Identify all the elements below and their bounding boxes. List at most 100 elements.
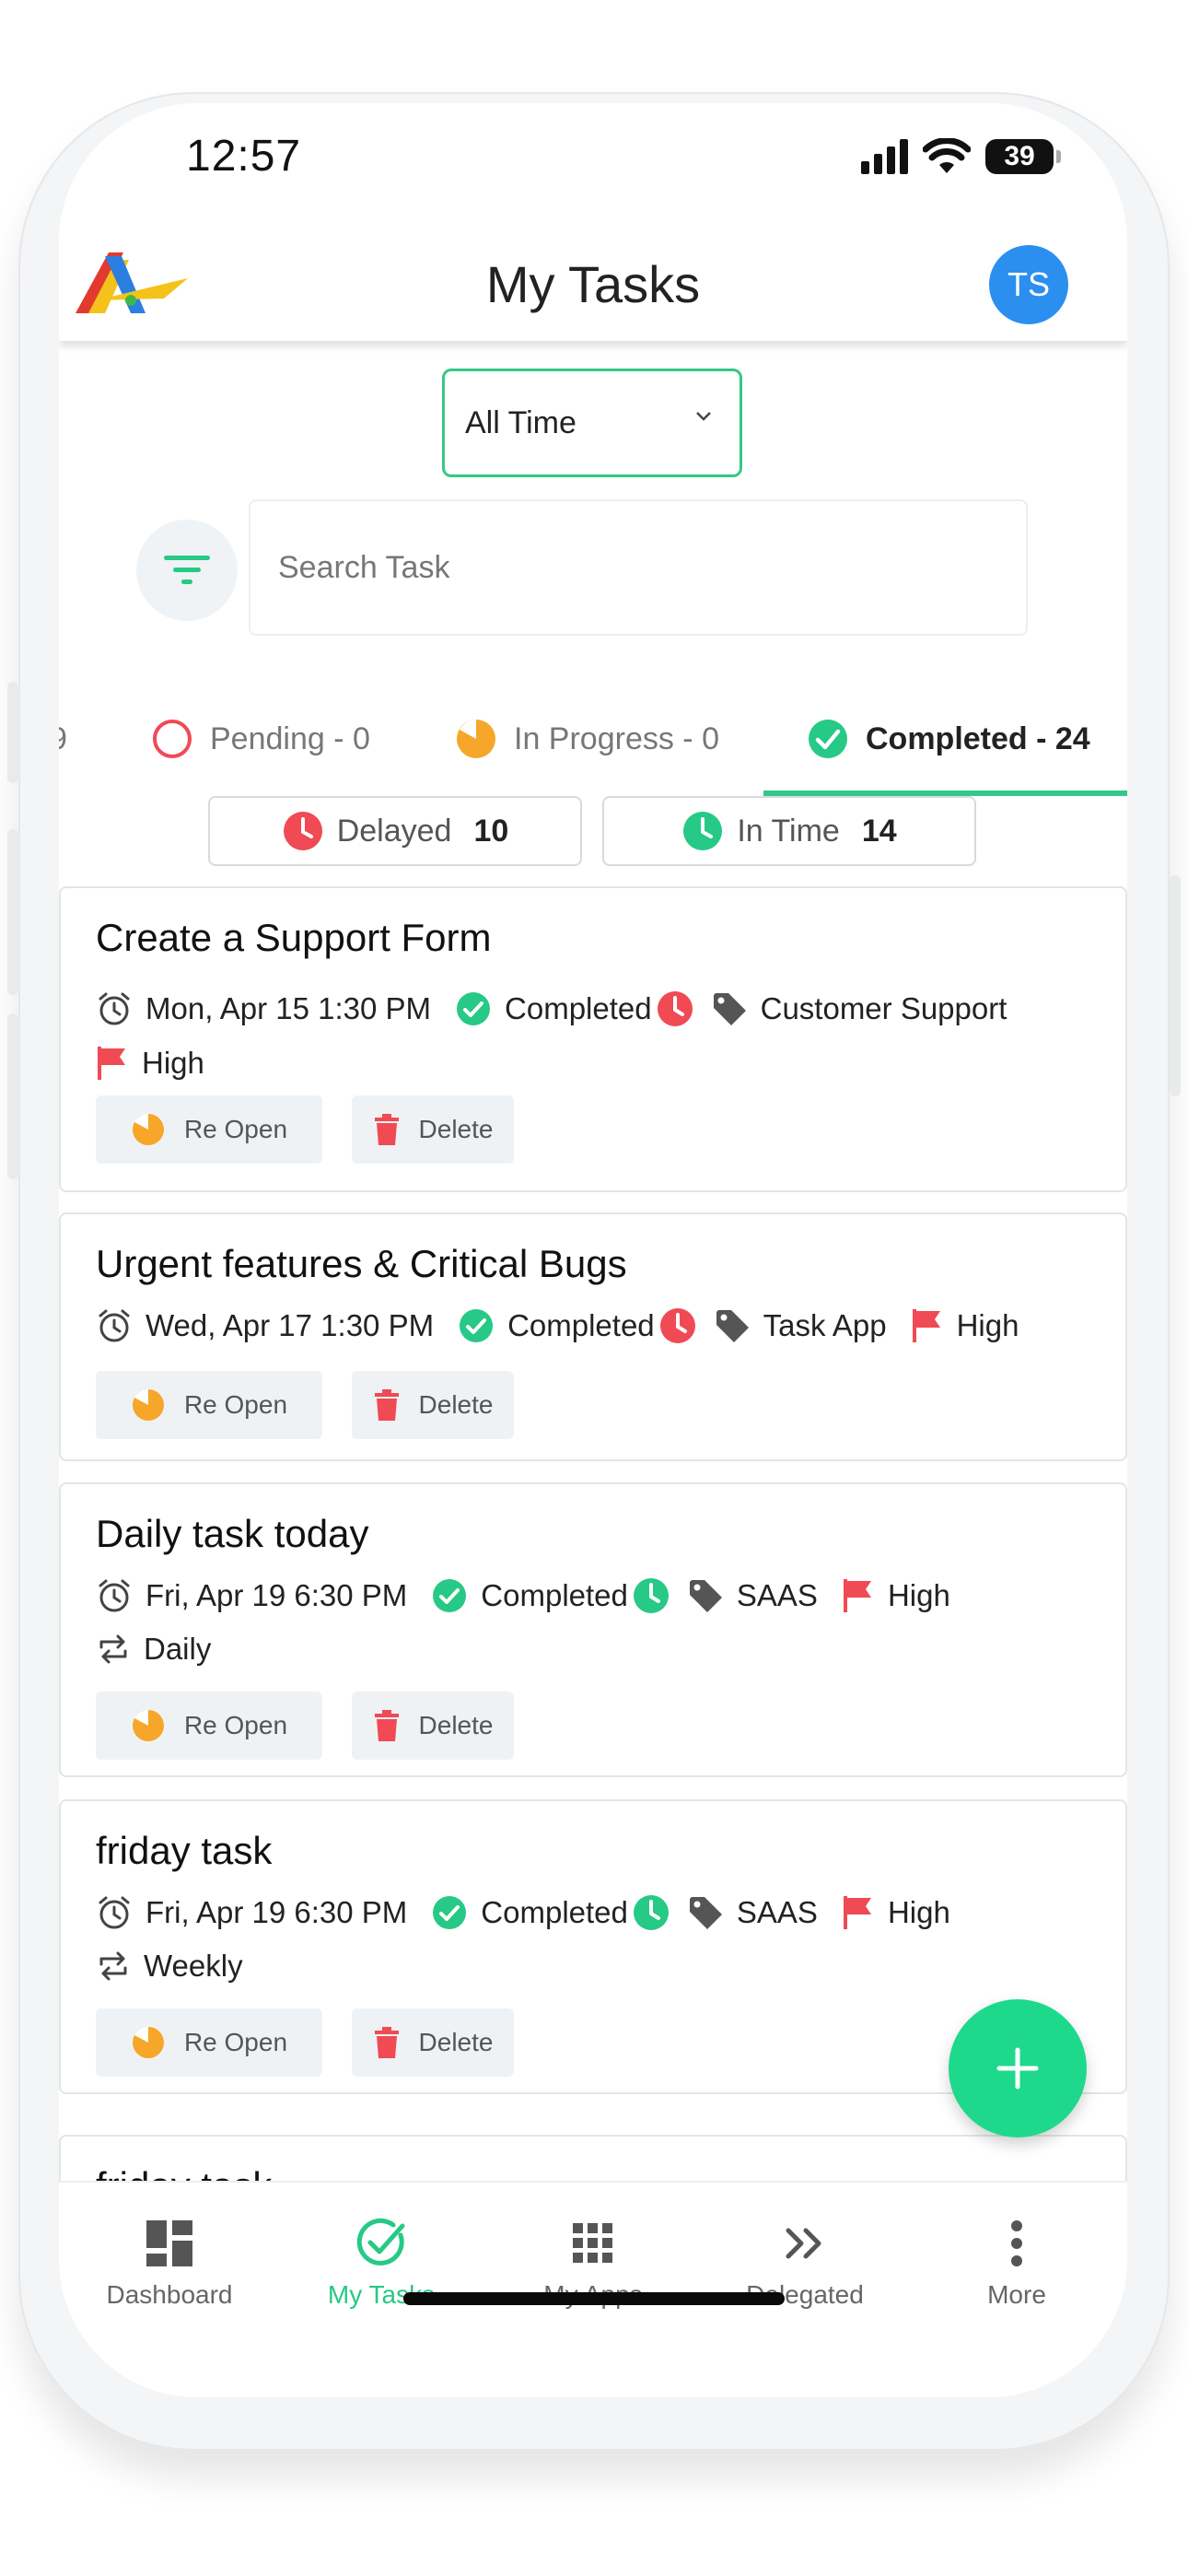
tag-icon xyxy=(689,1580,722,1612)
reopen-button[interactable]: Re Open xyxy=(96,1692,322,1760)
search-box xyxy=(249,499,1028,636)
more-vertical-icon xyxy=(1011,2220,1022,2266)
completed-icon xyxy=(809,720,847,758)
task-meta-secondary: High xyxy=(96,1045,228,1082)
reopen-button[interactable]: Re Open xyxy=(96,2008,322,2077)
reopen-button[interactable]: Re Open xyxy=(96,1095,322,1164)
task-status: Completed xyxy=(431,1577,628,1614)
task-priority: High xyxy=(842,1577,950,1614)
task-tag[interactable]: SAAS xyxy=(687,1577,818,1614)
task-card[interactable]: Daily task today Fri, Apr 19 6:30 PM Com… xyxy=(59,1482,1127,1777)
task-due-date: Mon, Apr 15 1:30 PM xyxy=(96,990,431,1027)
task-card[interactable]: Create a Support Form Mon, Apr 15 1:30 P… xyxy=(59,886,1127,1192)
in-time-filter[interactable]: In Time 14 xyxy=(602,796,976,866)
in-progress-icon xyxy=(457,720,495,758)
delayed-filter[interactable]: Delayed 10 xyxy=(208,796,582,866)
delete-button[interactable]: Delete xyxy=(352,1095,514,1164)
task-tag[interactable]: SAAS xyxy=(687,1894,818,1931)
signal-icon xyxy=(861,139,908,174)
priority-flag-icon xyxy=(843,1579,871,1612)
task-title: Daily task today xyxy=(96,1512,369,1555)
reopen-progress-icon xyxy=(132,1114,164,1145)
task-status: Completed xyxy=(455,990,652,1027)
delete-button[interactable]: Delete xyxy=(352,1692,514,1760)
phone-button xyxy=(7,682,18,783)
nav-more[interactable]: More xyxy=(925,2214,1109,2310)
status-time: 12:57 xyxy=(186,132,302,181)
search-input[interactable] xyxy=(250,501,1026,634)
priority-flag-icon xyxy=(912,1309,940,1342)
tab-all[interactable]: 9 xyxy=(59,693,67,785)
pending-icon xyxy=(153,720,192,758)
task-meta: Wed, Apr 17 1:30 PM Completed Task App Hi… xyxy=(96,1306,1042,1345)
time-filter-select[interactable]: All Time xyxy=(442,369,742,477)
trash-icon xyxy=(374,1114,399,1145)
completed-check-icon xyxy=(433,1579,467,1612)
bottom-nav: Dashboard My Tasks My Apps Delegated Mor… xyxy=(59,2181,1127,2397)
task-meta: Fri, Apr 19 6:30 PM Completed SAAS High xyxy=(96,1893,974,1932)
task-priority: High xyxy=(911,1307,1019,1344)
filter-icon xyxy=(164,556,210,584)
priority-flag-icon xyxy=(843,1896,871,1929)
reopen-progress-icon xyxy=(132,2027,164,2058)
task-meta-secondary: Weekly xyxy=(96,1949,267,1984)
task-tag[interactable]: Task App xyxy=(714,1307,887,1344)
tag-icon xyxy=(713,993,746,1025)
reopen-progress-icon xyxy=(132,1710,164,1741)
reopen-button[interactable]: Re Open xyxy=(96,1371,322,1439)
task-timing xyxy=(656,989,694,1028)
phone-button xyxy=(7,829,18,995)
delayed-clock-icon xyxy=(659,1308,695,1343)
task-timing xyxy=(632,1893,670,1932)
task-card[interactable]: Urgent features & Critical Bugs Wed, Apr… xyxy=(59,1212,1127,1461)
time-filter-value: All Time xyxy=(465,404,577,440)
in-time-clock-icon xyxy=(683,812,723,850)
completed-check-icon xyxy=(460,1309,494,1342)
alarm-icon xyxy=(99,1896,130,1929)
page-title: My Tasks xyxy=(485,255,701,313)
in-time-clock-icon xyxy=(633,1578,669,1613)
alarm-icon xyxy=(99,1579,130,1612)
repeat-icon xyxy=(99,1634,127,1664)
filter-button[interactable] xyxy=(136,520,238,621)
avatar[interactable]: TS xyxy=(989,245,1068,324)
repeat-icon xyxy=(99,1951,127,1981)
task-due-date: Wed, Apr 17 1:30 PM xyxy=(96,1307,434,1344)
tab-in-progress[interactable]: In Progress - 0 xyxy=(455,693,719,785)
status-tabs: 9 Pending - 0 In Progress - 0 Completed … xyxy=(59,693,1127,794)
plus-icon xyxy=(996,2047,1039,2090)
task-status: Completed xyxy=(458,1307,655,1344)
task-repeat: Daily xyxy=(96,1632,211,1667)
delete-button[interactable]: Delete xyxy=(352,1371,514,1439)
add-task-button[interactable] xyxy=(949,1999,1087,2137)
status-bar: 12:57 39 xyxy=(59,103,1127,223)
alarm-icon xyxy=(99,1309,130,1342)
nav-dashboard[interactable]: Dashboard xyxy=(77,2214,262,2310)
in-time-clock-icon xyxy=(633,1895,669,1930)
double-chevron-right-icon xyxy=(786,2228,821,2259)
delayed-clock-icon xyxy=(657,991,693,1026)
task-meta: Mon, Apr 15 1:30 PM Completed Customer S… xyxy=(96,989,1031,1028)
task-meta-secondary: Daily xyxy=(96,1632,235,1667)
tab-pending[interactable]: Pending - 0 xyxy=(151,693,370,785)
apps-grid-icon xyxy=(573,2223,612,2263)
phone-button xyxy=(7,1013,18,1179)
priority-flag-icon xyxy=(98,1047,125,1080)
check-circle-icon xyxy=(356,2218,405,2266)
trash-icon xyxy=(374,1389,399,1421)
phone-button xyxy=(1170,875,1181,1096)
dashboard-icon xyxy=(146,2220,192,2266)
task-title: Create a Support Form xyxy=(96,916,492,959)
task-timing xyxy=(632,1576,670,1615)
task-due-date: Fri, Apr 19 6:30 PM xyxy=(96,1577,407,1614)
task-title: friday task xyxy=(96,1829,273,1872)
battery-icon: 39 xyxy=(985,139,1061,174)
trash-icon xyxy=(374,2027,399,2058)
task-tag[interactable]: Customer Support xyxy=(711,990,1007,1027)
app-header: My Tasks TS xyxy=(59,225,1127,341)
home-indicator xyxy=(403,2292,785,2305)
delete-button[interactable]: Delete xyxy=(352,2008,514,2077)
tag-icon xyxy=(689,1897,722,1929)
trash-icon xyxy=(374,1710,399,1741)
tab-completed[interactable]: Completed - 24 xyxy=(807,693,1090,785)
